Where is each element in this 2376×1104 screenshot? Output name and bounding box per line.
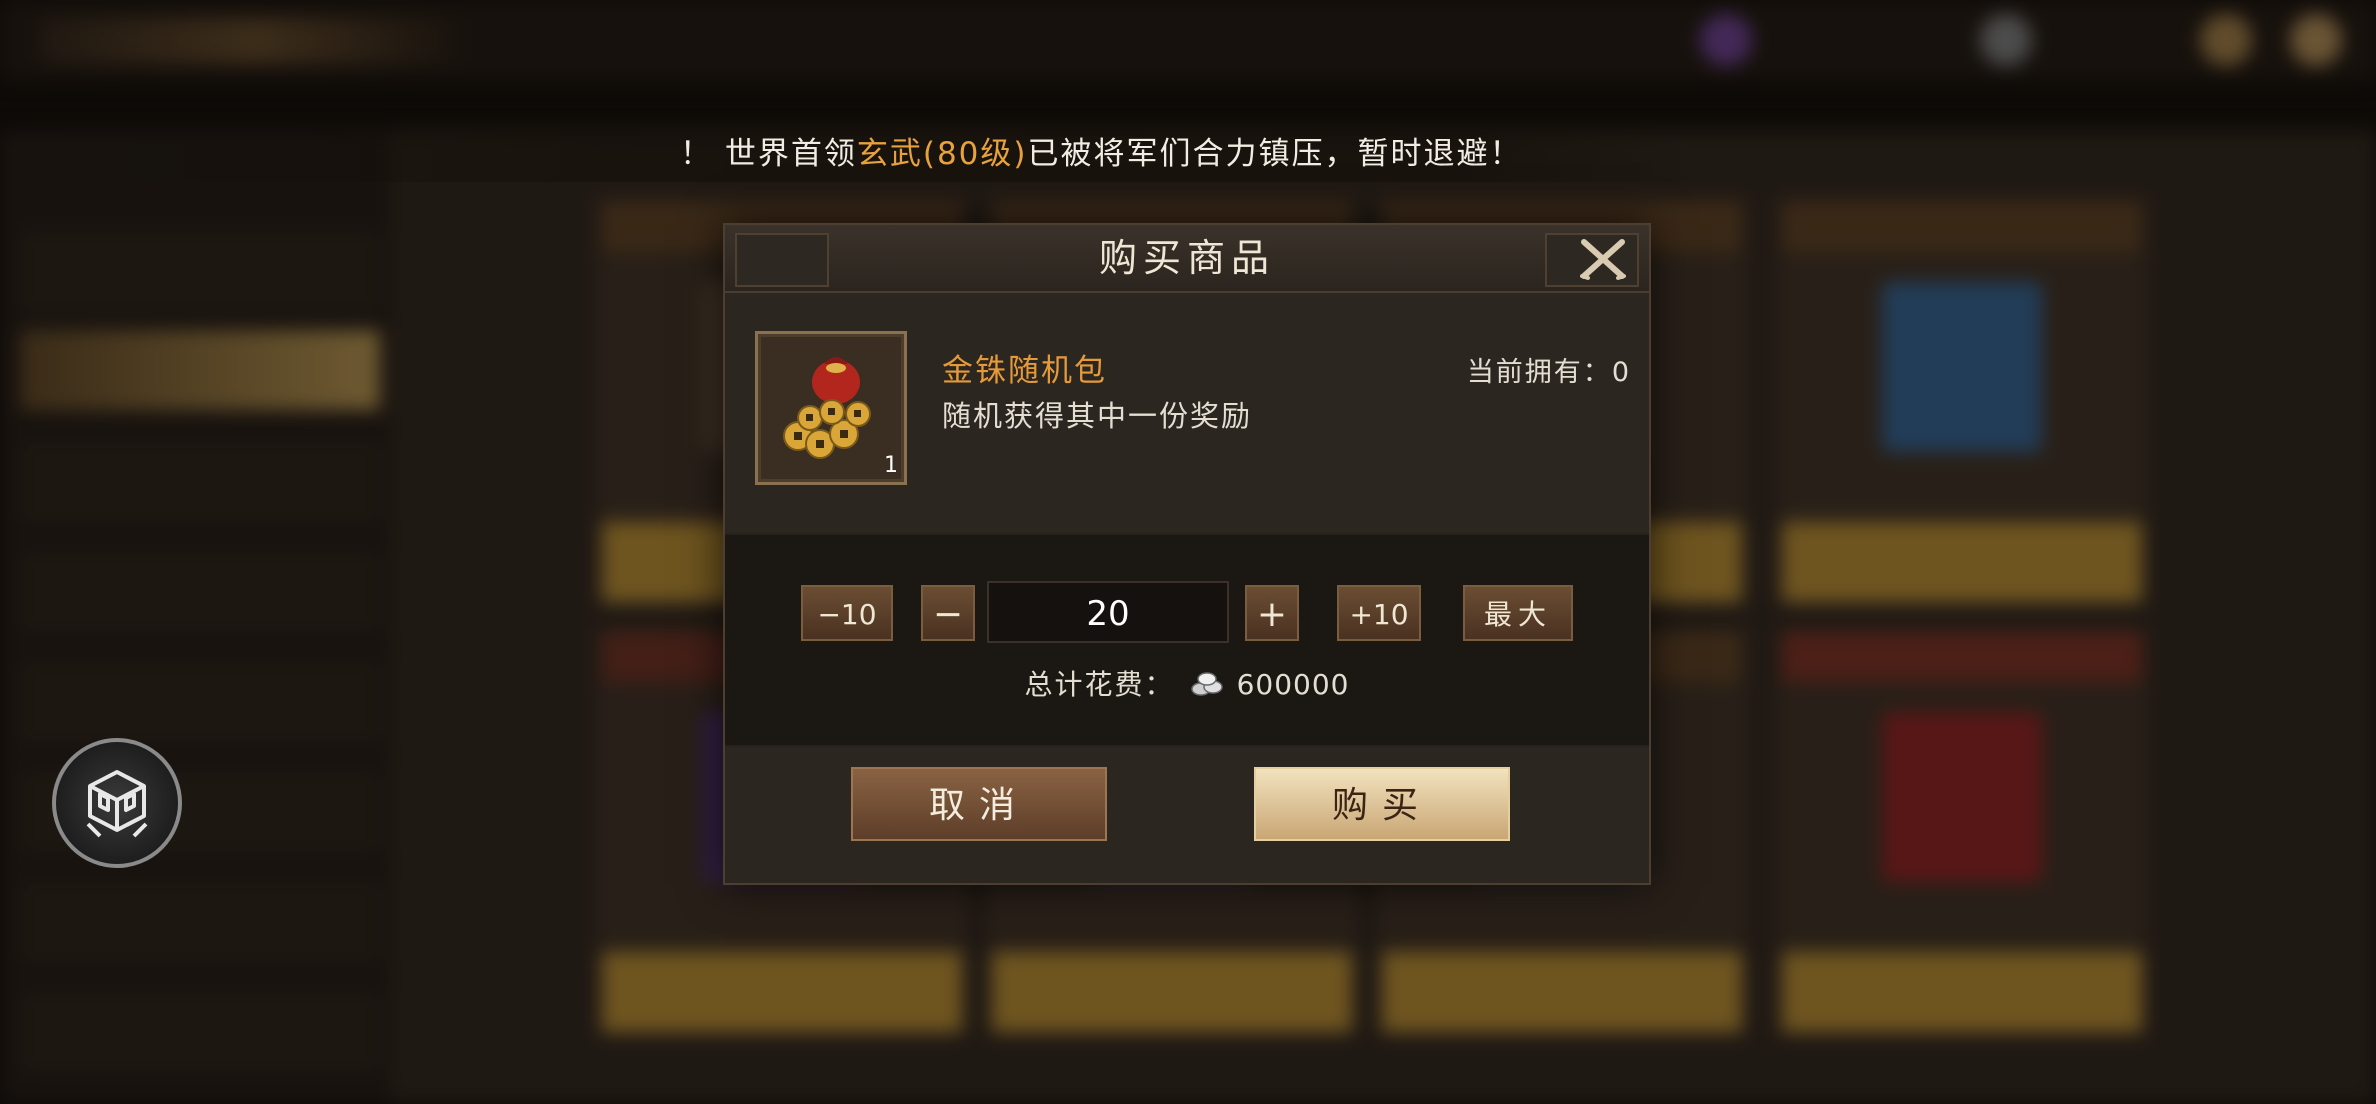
total-cost-label: 总计花费： bbox=[1024, 668, 1175, 701]
notice-suffix: 已被将军们合力镇压，暂时退避！ bbox=[1027, 136, 1523, 172]
item-description: 随机获得其中一份奖励 bbox=[942, 399, 1253, 433]
owned-label: 当前拥有： bbox=[1466, 357, 1612, 388]
notice-prefix: ！ 世界首领 bbox=[680, 136, 857, 172]
owned-value: 0 bbox=[1611, 357, 1631, 388]
minus-button[interactable]: − bbox=[921, 585, 975, 641]
item-icon-frame: 1 bbox=[755, 331, 907, 485]
buy-button[interactable]: 购买 bbox=[1254, 767, 1510, 841]
item-name: 金铢随机包 bbox=[942, 353, 1107, 389]
plus-10-button[interactable]: +10 bbox=[1337, 585, 1421, 641]
dialog-title: 购买商品 bbox=[1098, 236, 1275, 280]
silver-coins-icon bbox=[1189, 669, 1225, 704]
notice-boss-name: 玄武(80级) bbox=[856, 136, 1028, 172]
plus-button[interactable]: + bbox=[1245, 585, 1299, 641]
cancel-button[interactable]: 取消 bbox=[851, 767, 1107, 841]
close-button[interactable] bbox=[1575, 233, 1631, 285]
notice-text: ！ 世界首领玄武(80级)已被将军们合力镇压，暂时退避！ bbox=[680, 130, 1523, 178]
cube-icon bbox=[86, 770, 148, 838]
close-icon bbox=[1580, 239, 1626, 280]
purchase-dialog: 购买商品 1 金铢随机包 随机获得其中一份奖励 当前拥有：0 −10 − 20 … bbox=[723, 223, 1651, 885]
dialog-header: 购买商品 bbox=[725, 225, 1649, 293]
item-info: 1 金铢随机包 随机获得其中一份奖励 当前拥有：0 bbox=[725, 293, 1649, 533]
total-cost-value: 600000 bbox=[1236, 668, 1350, 701]
max-button[interactable]: 最大 bbox=[1463, 585, 1573, 641]
quantity-input[interactable]: 20 bbox=[987, 581, 1229, 643]
floating-assistant-button[interactable] bbox=[52, 738, 182, 868]
dialog-actions: 取消 购买 bbox=[725, 747, 1649, 883]
gold-coin-bag-icon bbox=[783, 357, 871, 459]
quantity-selector: −10 − 20 + +10 最大 总计花费： 600000 bbox=[725, 535, 1649, 745]
item-stack-count: 1 bbox=[884, 453, 898, 478]
total-cost: 总计花费： 600000 bbox=[725, 663, 1649, 704]
minus-10-button[interactable]: −10 bbox=[801, 585, 893, 641]
owned-count: 当前拥有：0 bbox=[1467, 350, 1631, 389]
